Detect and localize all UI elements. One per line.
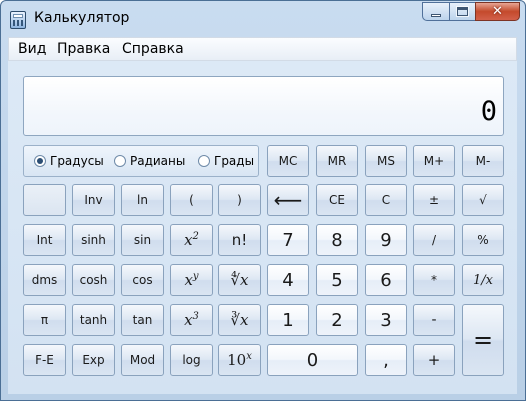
- digit-1-button[interactable]: 1: [267, 304, 309, 336]
- window-title: Калькулятор: [34, 10, 130, 26]
- sinh-button[interactable]: sinh: [72, 224, 115, 256]
- radio-grads[interactable]: Грады: [198, 154, 254, 168]
- digit-3-button[interactable]: 3: [365, 304, 407, 336]
- radio-radians-label: Радианы: [130, 154, 186, 168]
- power-button[interactable]: xy: [170, 264, 213, 296]
- log-button[interactable]: log: [170, 344, 213, 376]
- calculator-window: Калькулятор ✕ Вид Правка Справка 0 Граду…: [0, 0, 526, 401]
- ten-power-label: 10x: [227, 351, 252, 369]
- menu-view[interactable]: Вид: [18, 41, 46, 57]
- sqrt-button[interactable]: √: [462, 184, 504, 216]
- cube-button[interactable]: x3: [170, 304, 213, 336]
- power-label: xy: [184, 271, 199, 289]
- close-button[interactable]: ✕: [475, 2, 520, 21]
- square-label: x2: [184, 231, 199, 249]
- percent-button[interactable]: %: [462, 224, 504, 256]
- radio-checked-icon: [34, 155, 46, 167]
- plus-minus-button[interactable]: ±: [413, 184, 455, 216]
- minimize-icon: [431, 13, 441, 17]
- radio-unchecked-icon: [198, 155, 210, 167]
- radio-radians[interactable]: Радианы: [114, 154, 185, 168]
- exp-button[interactable]: Exp: [72, 344, 115, 376]
- backspace-icon: ⟵: [273, 188, 303, 212]
- maximize-button[interactable]: [449, 2, 475, 21]
- close-icon: ✕: [492, 4, 503, 19]
- radio-unchecked-icon: [114, 155, 126, 167]
- open-paren-button[interactable]: (: [170, 184, 213, 216]
- cosh-button[interactable]: cosh: [72, 264, 115, 296]
- menu-bar: Вид Правка Справка: [8, 37, 517, 61]
- fe-button[interactable]: F-E: [23, 344, 66, 376]
- title-bar[interactable]: Калькулятор ✕: [1, 1, 525, 35]
- yroot-label: ∜x: [230, 271, 249, 289]
- ln-button[interactable]: ln: [121, 184, 164, 216]
- mc-button[interactable]: MC: [267, 145, 309, 177]
- m-minus-button[interactable]: M-: [462, 145, 504, 177]
- display-value: 0: [480, 96, 497, 127]
- mr-button[interactable]: MR: [316, 145, 358, 177]
- maximize-icon: [457, 7, 468, 16]
- int-button[interactable]: Int: [23, 224, 66, 256]
- divide-button[interactable]: /: [413, 224, 455, 256]
- add-button[interactable]: +: [413, 344, 455, 376]
- ms-button[interactable]: MS: [365, 145, 407, 177]
- decimal-button[interactable]: ,: [365, 344, 407, 376]
- dms-button[interactable]: dms: [23, 264, 66, 296]
- radio-grads-label: Грады: [214, 154, 255, 168]
- cube-root-label: ∛x: [230, 311, 249, 329]
- digit-7-button[interactable]: 7: [267, 224, 309, 256]
- digit-5-button[interactable]: 5: [316, 264, 358, 296]
- factorial-button[interactable]: n!: [218, 224, 261, 256]
- calculator-app-icon: [10, 11, 26, 29]
- pi-button[interactable]: π: [23, 304, 66, 336]
- result-display: 0: [23, 76, 504, 136]
- tanh-button[interactable]: tanh: [72, 304, 115, 336]
- digit-6-button[interactable]: 6: [365, 264, 407, 296]
- digit-9-button[interactable]: 9: [365, 224, 407, 256]
- radio-degrees-label: Градусы: [50, 154, 104, 168]
- calculator-body: 0 Градусы Радианы Грады MC MR MS M+ M- I…: [8, 61, 517, 394]
- clear-entry-button[interactable]: CE: [316, 184, 358, 216]
- close-paren-button[interactable]: ): [218, 184, 261, 216]
- menu-edit[interactable]: Правка: [57, 41, 110, 57]
- digit-4-button[interactable]: 4: [267, 264, 309, 296]
- ten-power-button[interactable]: 10x: [218, 344, 261, 376]
- window-controls: ✕: [422, 2, 520, 22]
- inv-button[interactable]: Inv: [72, 184, 115, 216]
- digit-0-button[interactable]: 0: [267, 344, 358, 376]
- radio-degrees[interactable]: Градусы: [34, 154, 104, 168]
- minimize-button[interactable]: [422, 2, 449, 21]
- mod-button[interactable]: Mod: [121, 344, 164, 376]
- reciprocal-button[interactable]: 1/x: [462, 264, 504, 296]
- digit-8-button[interactable]: 8: [316, 224, 358, 256]
- reciprocal-label: 1/x: [473, 272, 493, 288]
- multiply-button[interactable]: *: [413, 264, 455, 296]
- cos-button[interactable]: cos: [121, 264, 164, 296]
- menu-help[interactable]: Справка: [122, 41, 184, 57]
- subtract-button[interactable]: -: [413, 304, 455, 336]
- yroot-button[interactable]: ∜x: [218, 264, 261, 296]
- backspace-button[interactable]: ⟵: [267, 184, 309, 216]
- digit-2-button[interactable]: 2: [316, 304, 358, 336]
- sin-button[interactable]: sin: [121, 224, 164, 256]
- m-plus-button[interactable]: M+: [413, 145, 455, 177]
- tan-button[interactable]: tan: [121, 304, 164, 336]
- angle-mode-group: Градусы Радианы Грады: [23, 145, 259, 177]
- cube-label: x3: [184, 311, 199, 329]
- clear-button[interactable]: C: [365, 184, 407, 216]
- cube-root-button[interactable]: ∛x: [218, 304, 261, 336]
- equals-button[interactable]: =: [462, 304, 504, 376]
- square-button[interactable]: x2: [170, 224, 213, 256]
- blank-button: [23, 184, 66, 216]
